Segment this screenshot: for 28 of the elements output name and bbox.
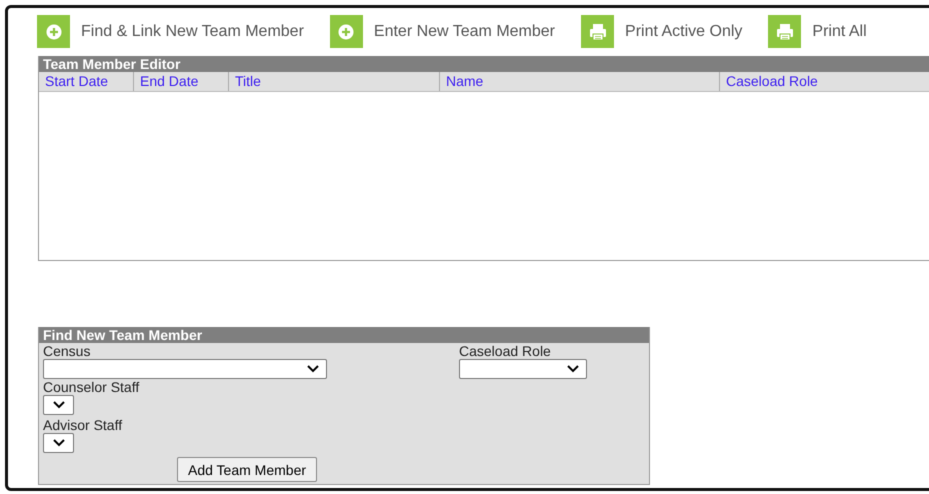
field-label: Census bbox=[43, 343, 92, 359]
column-header[interactable]: Start Date bbox=[39, 72, 134, 91]
toolbar-button[interactable]: Enter New Team Member bbox=[330, 15, 556, 48]
field-label: Counselor Staff bbox=[43, 379, 140, 395]
column-header[interactable]: Caseload Role bbox=[720, 72, 929, 91]
printer-icon bbox=[768, 15, 802, 48]
chevron-icon bbox=[307, 365, 319, 373]
toolbar-button[interactable]: Find & Link New Team Member bbox=[37, 15, 304, 48]
column-header[interactable]: End Date bbox=[134, 72, 229, 91]
panel-title: Team Member Editor bbox=[39, 56, 929, 72]
counselor-staff-dropdown[interactable] bbox=[43, 395, 74, 415]
chevron-icon bbox=[53, 439, 65, 447]
advisor-staff-dropdown[interactable] bbox=[43, 433, 74, 453]
plus-icon bbox=[330, 15, 363, 48]
chevron-icon bbox=[567, 365, 579, 373]
printer-icon bbox=[581, 15, 614, 48]
caseload-role-dropdown[interactable] bbox=[459, 359, 587, 379]
chevron-icon bbox=[53, 401, 65, 409]
field-label: Advisor Staff bbox=[43, 417, 124, 433]
toolbar-button[interactable]: Print Active Only bbox=[581, 15, 742, 48]
column-header[interactable]: Name bbox=[440, 72, 720, 91]
panel-title: Find New Team Member bbox=[39, 327, 649, 343]
census-dropdown[interactable] bbox=[43, 359, 327, 379]
field-label: Caseload Role bbox=[459, 343, 552, 359]
toolbar-button[interactable]: Print All bbox=[768, 15, 867, 48]
plus-icon bbox=[37, 15, 70, 48]
column-header[interactable]: Title bbox=[229, 72, 440, 91]
add-team-member-button[interactable]: Add Team Member bbox=[177, 457, 318, 482]
